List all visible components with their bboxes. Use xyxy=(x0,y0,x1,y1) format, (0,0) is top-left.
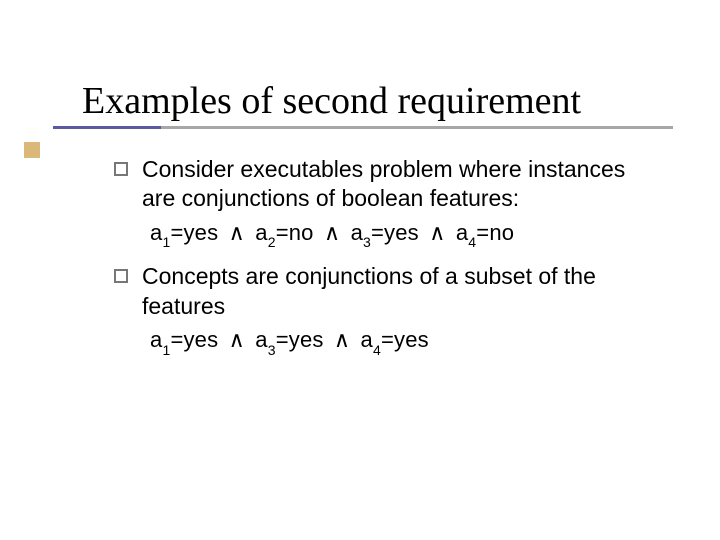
sub-b3: 3 xyxy=(268,342,276,358)
var-a2: a xyxy=(255,220,267,245)
bullet-icon xyxy=(114,162,128,176)
var-a3: a xyxy=(351,220,363,245)
slide-title: Examples of second requirement xyxy=(82,79,581,123)
underline-purple xyxy=(53,126,161,129)
sub-b1: 1 xyxy=(162,342,170,358)
val-3: =yes xyxy=(371,220,419,245)
slide: Examples of second requirement Consider … xyxy=(0,0,720,540)
var-b4: a xyxy=(361,327,373,352)
sub-3: 3 xyxy=(363,234,371,250)
sub-1: 1 xyxy=(162,234,170,250)
val-2: =no xyxy=(276,220,314,245)
and-b2: ∧ xyxy=(330,327,354,352)
formula-2: a1=yes ∧ a3=yes ∧ a4=yes xyxy=(150,327,662,355)
bullet-1-text: Consider executables problem where insta… xyxy=(142,155,662,214)
val-b3: =yes xyxy=(276,327,324,352)
sub-2: 2 xyxy=(268,234,276,250)
and-2: ∧ xyxy=(320,220,344,245)
and-1: ∧ xyxy=(225,220,249,245)
bullet-1: Consider executables problem where insta… xyxy=(114,155,662,214)
bullet-2-text: Concepts are conjunctions of a subset of… xyxy=(142,262,662,321)
bullet-2: Concepts are conjunctions of a subset of… xyxy=(114,262,662,321)
sub-b4: 4 xyxy=(373,342,381,358)
sub-4: 4 xyxy=(468,234,476,250)
var-a1: a xyxy=(150,220,162,245)
var-b1: a xyxy=(150,327,162,352)
bullet-icon xyxy=(114,269,128,283)
val-1: =yes xyxy=(170,220,218,245)
and-3: ∧ xyxy=(425,220,449,245)
val-4: =no xyxy=(476,220,514,245)
title-underline xyxy=(53,126,673,129)
and-b1: ∧ xyxy=(225,327,249,352)
formula-1: a1=yes ∧ a2=no ∧ a3=yes ∧ a4=no xyxy=(150,220,662,248)
val-b4: =yes xyxy=(381,327,429,352)
body: Consider executables problem where insta… xyxy=(114,155,662,370)
title-wrap: Examples of second requirement xyxy=(82,79,581,123)
var-a4: a xyxy=(456,220,468,245)
var-b3: a xyxy=(255,327,267,352)
accent-square xyxy=(24,142,40,158)
val-b1: =yes xyxy=(170,327,218,352)
